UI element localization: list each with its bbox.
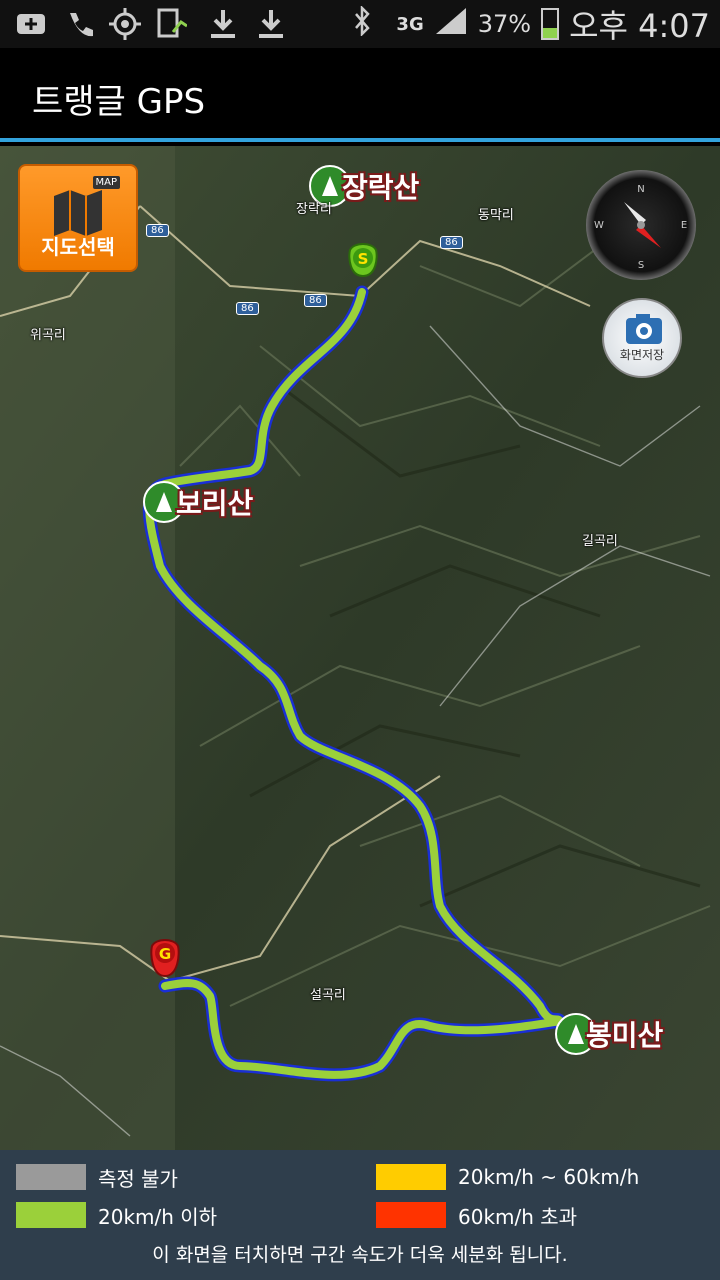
legend-label: 측정 불가 <box>98 1166 178 1191</box>
road-number: 86 <box>146 224 169 237</box>
speed-legend[interactable]: 측정 불가 20km/h ~ 60km/h 20km/h 이하 60km/h 초… <box>0 1150 720 1280</box>
start-marker-label: S <box>358 250 369 268</box>
place-label: 동막리 <box>478 208 514 223</box>
legend-item: 20km/h 이하 <box>16 1202 218 1229</box>
phone-icon <box>62 8 96 40</box>
peak-label: 봉미산 <box>586 1019 664 1052</box>
compass-s: S <box>638 260 644 271</box>
compass-button[interactable]: N S E W <box>586 170 696 280</box>
legend-hint: 이 화면을 터치하면 구간 속도가 더욱 세분화 됩니다. <box>152 1244 568 1266</box>
camera-icon <box>626 314 662 344</box>
goal-marker-label: G <box>159 945 171 963</box>
map-view[interactable]: S G 장락리 동막리 위곡리 길곡리 설곡리 86 86 86 86 장락산 … <box>0 146 720 1150</box>
peak-label: 보리산 <box>176 487 254 520</box>
app-title-bar: 트랭글 GPS <box>0 48 720 142</box>
compass-icon: N S E W <box>594 184 687 271</box>
road-number: 86 <box>304 294 327 307</box>
download-icon <box>254 8 288 40</box>
legend-item: 측정 불가 <box>16 1164 178 1191</box>
status-bar: 3G 37% 오후 4:07 <box>0 0 720 48</box>
road-number: 86 <box>236 302 259 315</box>
legend-swatch <box>376 1202 446 1228</box>
network-type: 3G <box>396 13 424 35</box>
compass-n: N <box>637 184 644 195</box>
peak-label: 장락산 <box>342 171 420 204</box>
app-title: 트랭글 GPS <box>32 82 206 122</box>
battery-percent: 37% <box>477 10 532 38</box>
legend-label: 20km/h 이하 <box>98 1204 218 1229</box>
legend-item: 20km/h ~ 60km/h <box>376 1164 639 1190</box>
legend-item: 60km/h 초과 <box>376 1202 578 1229</box>
compass-e: E <box>681 220 687 231</box>
legend-label: 60km/h 초과 <box>458 1204 578 1229</box>
gps-icon <box>108 8 142 40</box>
legend-swatch <box>16 1164 86 1190</box>
legend-label: 20km/h ~ 60km/h <box>458 1165 640 1189</box>
save-screen-label: 화면저장 <box>619 348 665 362</box>
map-select-button[interactable]: MAP 지도선택 <box>18 164 138 272</box>
start-marker[interactable]: S <box>348 243 378 278</box>
goal-marker[interactable]: G <box>150 939 180 978</box>
road-number: 86 <box>440 236 463 249</box>
battery-icon <box>541 8 560 40</box>
save-screen-button[interactable]: 화면저장 <box>602 298 682 378</box>
place-label: 위곡리 <box>30 328 66 343</box>
add-icon <box>14 8 48 40</box>
legend-swatch <box>16 1202 86 1228</box>
download-icon <box>206 8 240 40</box>
signal-icon <box>434 6 468 42</box>
clock: 오후 4:07 <box>569 7 710 45</box>
compass-w: W <box>594 220 604 231</box>
place-label: 장락리 <box>296 202 332 217</box>
sync-icon <box>154 8 188 40</box>
map-select-label: 지도선택 <box>41 235 115 259</box>
satellite-map: S G <box>0 146 720 1150</box>
bluetooth-icon <box>352 4 372 42</box>
place-label: 길곡리 <box>582 534 618 549</box>
legend-swatch <box>376 1164 446 1190</box>
place-label: 설곡리 <box>310 988 346 1003</box>
